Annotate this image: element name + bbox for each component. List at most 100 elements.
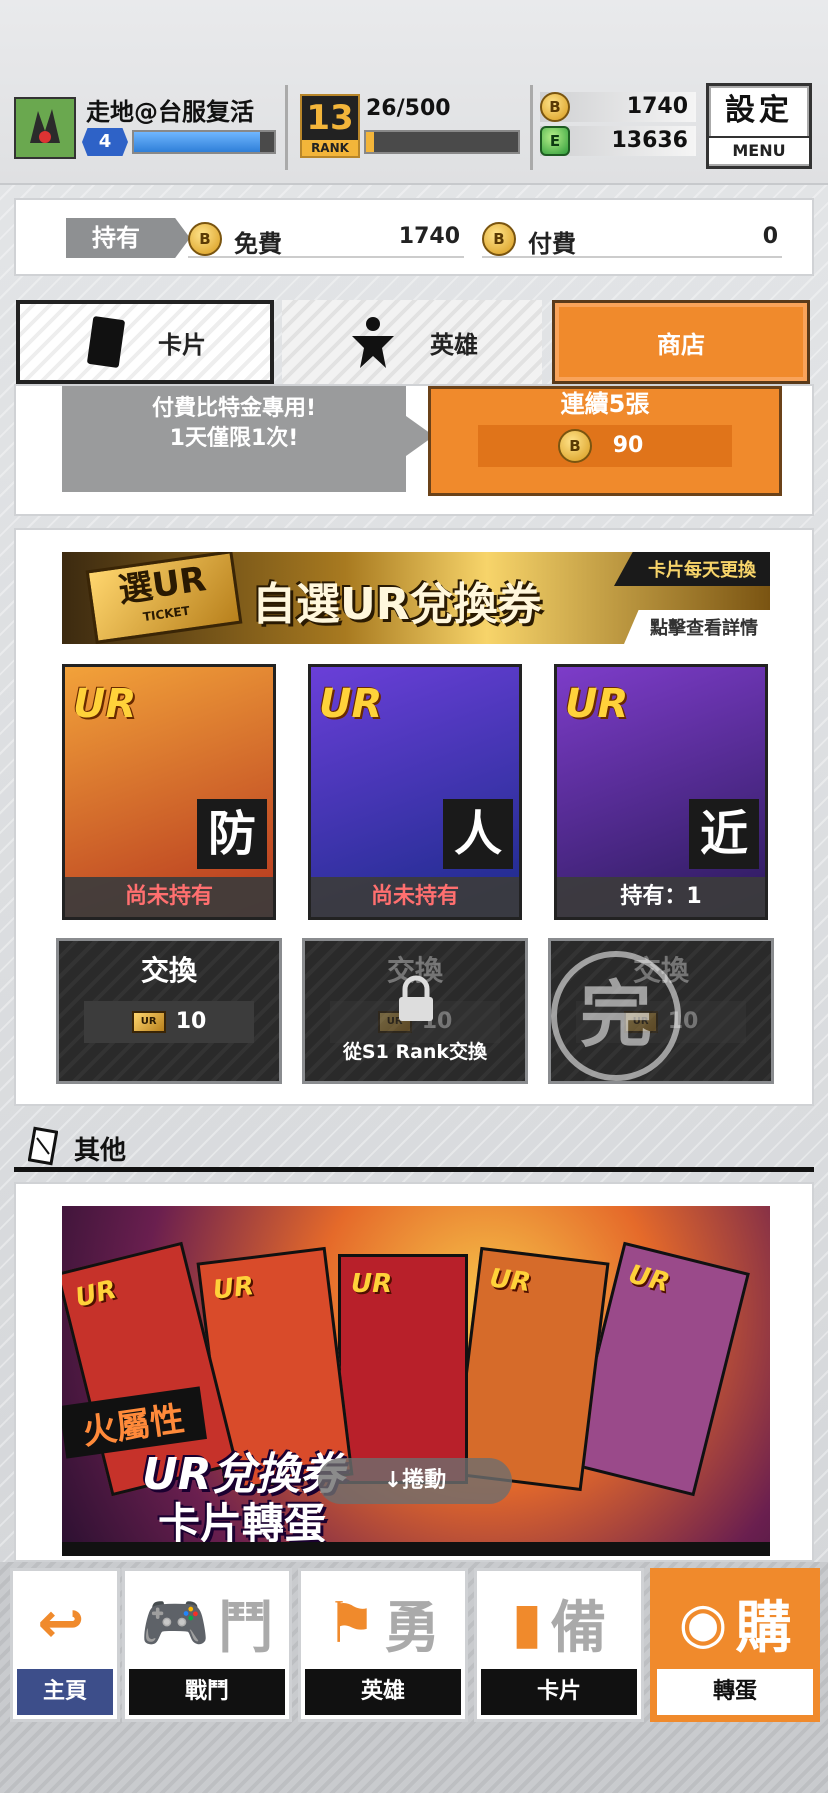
view-details-link[interactable]: 點擊查看詳情 — [624, 610, 770, 644]
nav-home[interactable]: ↩ 主頁 — [10, 1568, 120, 1722]
scroll-hint: ↓捲動 — [318, 1458, 512, 1504]
tab-heroes[interactable]: 英雄 — [282, 300, 542, 384]
ur-ticket-logo: 選UR TICKET — [85, 552, 243, 644]
ur-ticket-title: 自選UR兌換券 — [252, 579, 542, 630]
completed-stamp: 完 — [551, 951, 681, 1081]
nav-heroes-label: 英雄 — [305, 1669, 461, 1715]
status-bar: 走地@台服复活 4 13 RANK 26/500 B 1740 E 13636 … — [0, 0, 828, 185]
banner-ur-card: UR — [338, 1254, 468, 1484]
gold-coin-icon: B — [188, 222, 222, 256]
others-title: 其他 — [74, 1136, 127, 1166]
bottom-nav: ↩ 主頁 🎮 鬥 戰鬥 ⚑ 勇 英雄 ▮ 備 卡片 ◉ 購 轉蛋 — [0, 1562, 828, 1793]
hero-icon: ⚑ 勇 — [325, 1590, 441, 1661]
tab-cards[interactable]: 卡片 — [16, 300, 274, 384]
card-rarity: UR — [565, 681, 629, 727]
divider — [530, 85, 533, 170]
others-section-header: 其他 — [14, 1122, 814, 1172]
card-owned-status: 尚未持有 — [311, 877, 519, 917]
card-deck-icon: ▮ 備 — [511, 1590, 607, 1661]
pull-5-title: 連續5張 — [560, 390, 650, 418]
nav-home-label: 主頁 — [17, 1669, 113, 1715]
card-attribute: 人 — [443, 799, 513, 869]
banner-footer — [62, 1542, 770, 1556]
others-panel: UR UR UR UR UR 火屬性 UR兌換券 卡片轉蛋 — [14, 1182, 814, 1562]
gamepad-icon: 🎮 鬥 — [140, 1591, 274, 1661]
tab-shop[interactable]: 商店 — [552, 300, 810, 384]
exchange-button-done[interactable]: 交換 UR 10 完 — [548, 938, 774, 1084]
ur-card[interactable]: UR 近 持有：1 — [554, 664, 768, 920]
lock-icon — [399, 975, 433, 1021]
ur-ticket-panel: 選UR TICKET 自選UR兌換券 卡片每天更換 點擊查看詳情 UR 防 尚未… — [14, 528, 814, 1106]
card-attribute: 近 — [689, 799, 759, 869]
cards-stack-icon — [28, 1126, 58, 1166]
rank-progress-text: 26/500 — [366, 96, 451, 121]
energy-can-icon: E — [540, 126, 570, 156]
nav-battle-label: 戰鬥 — [129, 1669, 285, 1715]
paid-only-bubble: 付費比特金專用! 1天僅限1次! — [62, 386, 434, 492]
ur-card[interactable]: UR 防 尚未持有 — [62, 664, 276, 920]
hero-icon — [352, 317, 394, 368]
paid-currency: B 付費 0 — [482, 218, 782, 258]
nav-heroes[interactable]: ⚑ 勇 英雄 — [298, 1568, 468, 1722]
paid-label: 付費 — [528, 230, 576, 258]
nav-battle[interactable]: 🎮 鬥 戰鬥 — [122, 1568, 292, 1722]
energy-currency[interactable]: E 13636 — [540, 126, 696, 156]
bubble-line-1: 付費比特金專用! — [151, 396, 317, 421]
pull-5-button[interactable]: 連續5張 B 90 — [428, 386, 782, 496]
divider — [285, 85, 288, 170]
free-value: 1740 — [398, 224, 460, 249]
card-attribute: 防 — [197, 799, 267, 869]
tab-cards-label: 卡片 — [158, 330, 206, 359]
rank-label: RANK — [302, 140, 358, 156]
exchange-label: 交換 — [140, 954, 197, 987]
rank-badge[interactable]: 13 RANK — [300, 94, 360, 158]
bubble-line-2: 1天僅限1次! — [169, 426, 299, 451]
rank-progress-fill — [366, 132, 374, 152]
exchange-button-locked[interactable]: 交換 UR 10 從S1 Rank交換 — [302, 938, 528, 1084]
nav-cards[interactable]: ▮ 備 卡片 — [474, 1568, 644, 1722]
owned-currency-panel: 持有 B 免費 1740 B 付費 0 — [14, 198, 814, 276]
gold-coin-icon: B — [482, 222, 516, 256]
ur-ticket-icon: UR — [131, 1011, 166, 1033]
daily-change-note: 卡片每天更換 — [614, 552, 770, 586]
rank-progress-bar — [364, 130, 520, 154]
rank-number: 13 — [306, 98, 354, 138]
nav-gacha[interactable]: ◉ 購 轉蛋 — [650, 1568, 820, 1722]
card-icon — [87, 316, 125, 368]
owned-tag: 持有 — [66, 218, 190, 258]
gold-coin-icon: B — [558, 429, 592, 463]
free-currency: B 免費 1740 — [188, 218, 464, 258]
exchange-button[interactable]: 交換 UR 10 — [56, 938, 282, 1084]
nav-cards-label: 卡片 — [481, 1669, 637, 1715]
pull-5-cost-value: 90 — [612, 433, 644, 458]
nav-gacha-label: 轉蛋 — [657, 1669, 813, 1715]
card-rarity: UR — [73, 681, 137, 727]
level-progress-fill — [134, 132, 260, 152]
card-rarity: UR — [319, 681, 383, 727]
menu-button-label: MENU — [709, 136, 809, 164]
gold-coin-icon: B — [540, 92, 570, 122]
tab-heroes-label: 英雄 — [430, 330, 478, 359]
gold-currency[interactable]: B 1740 — [540, 92, 696, 122]
tab-shop-label: 商店 — [657, 330, 705, 359]
card-owned-status: 持有：1 — [557, 877, 765, 917]
exchange-cost: UR 10 — [84, 1001, 254, 1043]
paid-value: 0 — [762, 224, 778, 249]
banner-ur-card: UR — [452, 1246, 610, 1492]
menu-button-kanji: 設定 — [725, 93, 793, 128]
menu-button[interactable]: 設定 MENU — [706, 83, 812, 169]
lock-message: 從S1 Rank交換 — [342, 1041, 488, 1063]
player-level-badge: 4 — [82, 128, 128, 156]
section-divider — [14, 1167, 814, 1172]
ur-card[interactable]: UR 人 尚未持有 — [308, 664, 522, 920]
gold-amount: 1740 — [626, 94, 688, 119]
level-progress-bar — [132, 130, 276, 154]
pull-5-cost: B 90 — [478, 425, 732, 467]
back-arrow-icon: ↩ — [37, 1590, 85, 1656]
free-label: 免費 — [234, 230, 282, 258]
ur-ticket-banner[interactable]: 選UR TICKET 自選UR兌換券 卡片每天更換 點擊查看詳情 — [62, 552, 770, 644]
gacha-capsule-icon: ◉ 購 — [678, 1590, 792, 1661]
player-avatar[interactable] — [14, 97, 76, 159]
avatar-icon — [30, 109, 60, 143]
gacha-panel: 付費比特金專用! 1天僅限1次! 連續5張 B 90 — [14, 384, 814, 516]
